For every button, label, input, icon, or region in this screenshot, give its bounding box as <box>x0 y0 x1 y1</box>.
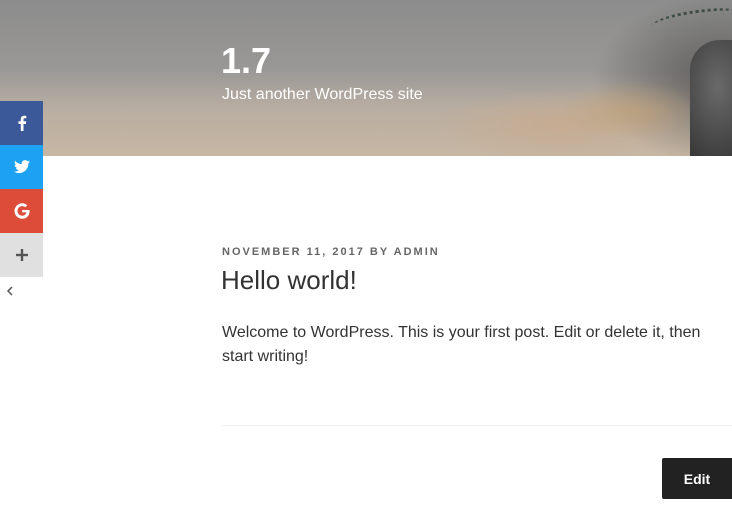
edit-button[interactable]: Edit <box>662 458 732 499</box>
site-header: 1.7 Just another WordPress site <box>0 0 732 156</box>
google-icon <box>14 203 30 219</box>
plant-leaf-decoration <box>651 3 732 37</box>
twitter-share-button[interactable] <box>0 145 43 189</box>
twitter-icon <box>13 160 30 174</box>
site-description: Just another WordPress site <box>222 86 423 103</box>
post-author[interactable]: admin <box>394 246 440 258</box>
social-share-bar <box>0 101 43 277</box>
post-by: by <box>369 246 389 258</box>
post-meta: November 11, 2017 by admin <box>222 246 440 258</box>
plant-pot-decoration <box>690 40 732 156</box>
chevron-left-icon[interactable] <box>4 284 16 298</box>
facebook-share-button[interactable] <box>0 101 43 145</box>
header-background-blur <box>560 80 700 140</box>
facebook-icon <box>18 115 26 131</box>
post-title[interactable]: Hello world! <box>221 265 357 296</box>
google-share-button[interactable] <box>0 189 43 233</box>
post-content: Welcome to WordPress. This is your first… <box>222 324 701 365</box>
plus-icon <box>15 249 28 261</box>
divider <box>222 425 732 426</box>
post-date[interactable]: November 11, 2017 <box>222 246 365 258</box>
more-share-button[interactable] <box>0 233 43 277</box>
site-title[interactable]: 1.7 <box>221 42 271 80</box>
